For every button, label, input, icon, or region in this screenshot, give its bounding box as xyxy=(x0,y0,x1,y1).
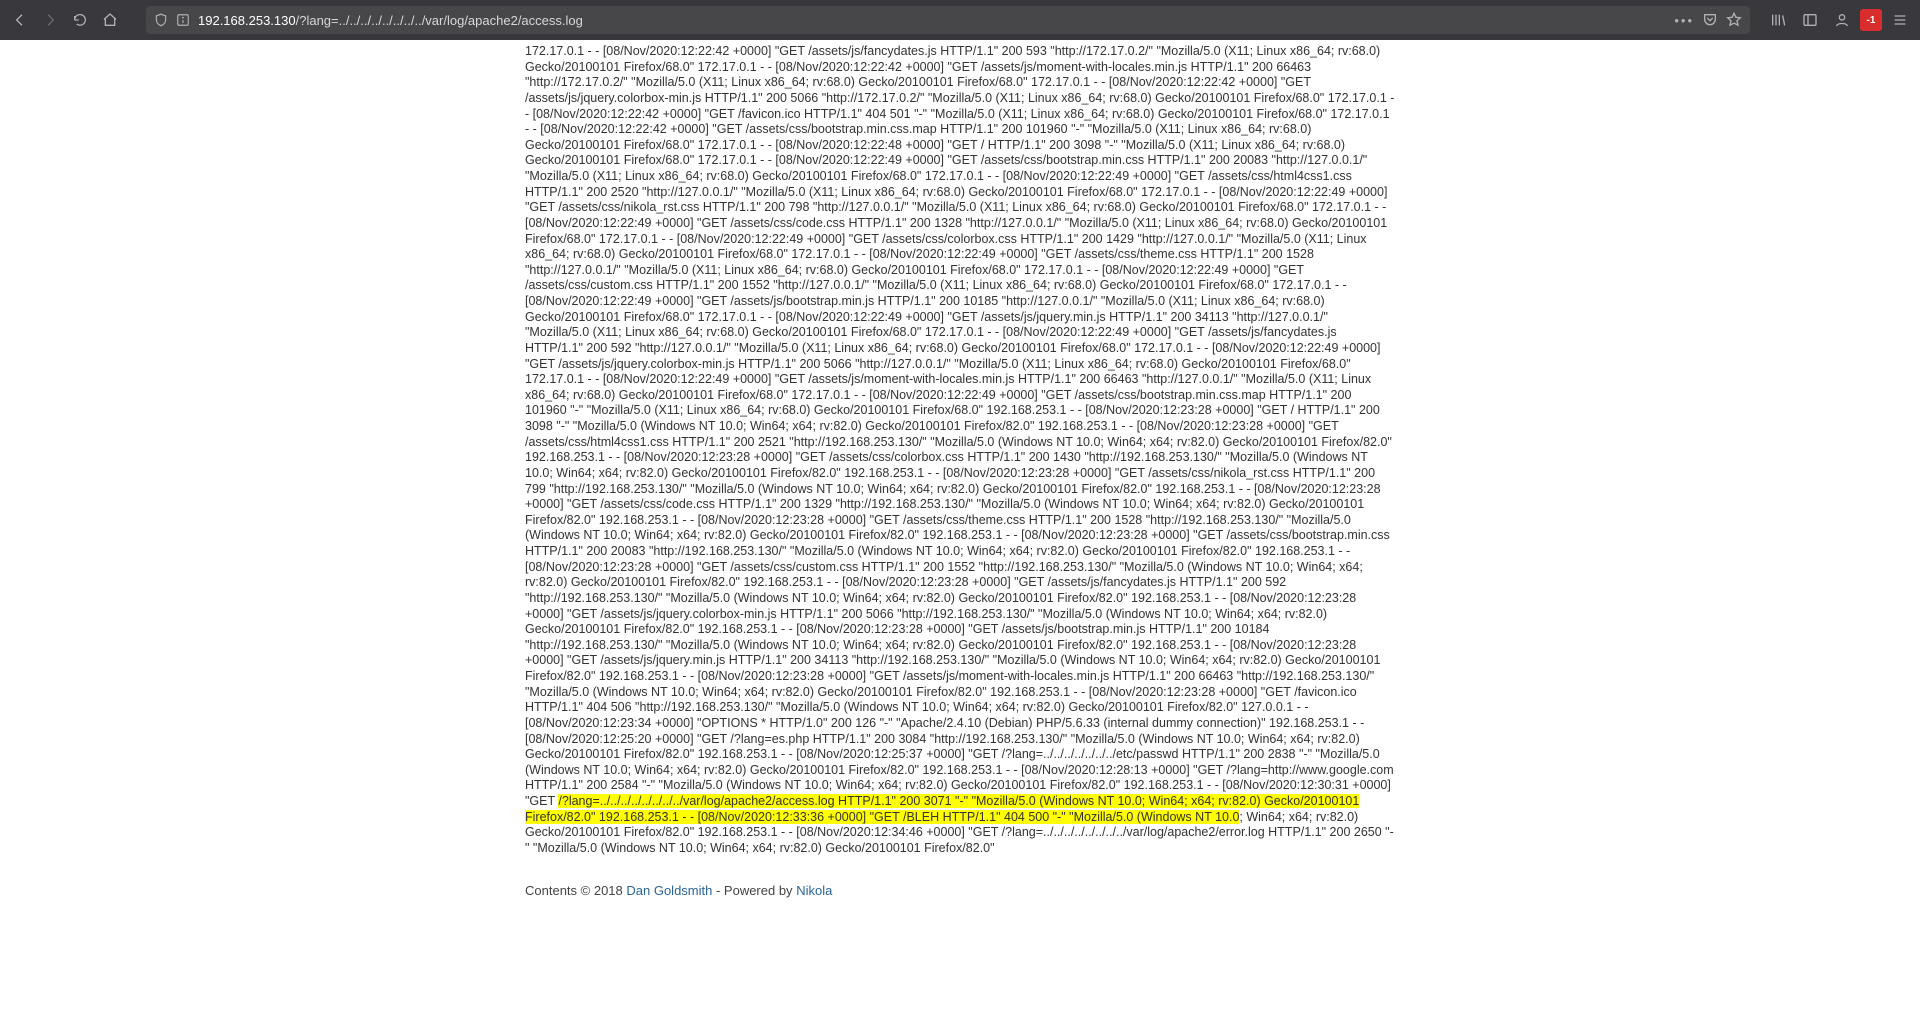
bookmark-star-icon[interactable] xyxy=(1726,12,1742,28)
fxa-button[interactable] xyxy=(1828,6,1856,34)
url-host: 192.168.253.130 xyxy=(198,13,296,28)
page-viewport[interactable]: 172.17.0.1 - - [08/Nov/2020:12:22:42 +00… xyxy=(0,40,1920,1016)
back-button[interactable] xyxy=(6,6,34,34)
browser-toolbar: 192.168.253.130/?lang=../../../../../../… xyxy=(0,0,1920,40)
hamburger-icon xyxy=(1892,12,1908,28)
extension-badge[interactable]: -1 xyxy=(1860,9,1882,31)
app-menu-button[interactable] xyxy=(1886,6,1914,34)
footer-engine-link[interactable]: Nikola xyxy=(796,883,832,898)
sidebar-icon xyxy=(1802,12,1818,28)
library-icon xyxy=(1770,12,1786,28)
url-bar[interactable]: 192.168.253.130/?lang=../../../../../../… xyxy=(146,6,1750,34)
arrow-left-icon xyxy=(12,12,28,28)
reload-button[interactable] xyxy=(66,6,94,34)
footer-powered: - Powered by xyxy=(712,883,796,898)
site-info-icon xyxy=(176,13,190,27)
access-log-text: 172.17.0.1 - - [08/Nov/2020:12:22:42 +00… xyxy=(525,44,1395,857)
toolbar-right: -1 xyxy=(1758,6,1920,34)
footer-contents: Contents © 2018 xyxy=(525,883,626,898)
find-highlight: /?lang=../../../../../../../../var/log/a… xyxy=(525,794,1359,824)
url-path: /?lang=../../../../../../../../var/log/a… xyxy=(296,13,583,28)
pocket-icon[interactable] xyxy=(1702,12,1718,28)
shield-icon xyxy=(154,13,168,27)
library-button[interactable] xyxy=(1764,6,1792,34)
nav-buttons xyxy=(0,6,130,34)
arrow-right-icon xyxy=(42,12,58,28)
forward-button[interactable] xyxy=(36,6,64,34)
page-actions-icon[interactable]: ••• xyxy=(1674,13,1694,28)
home-icon xyxy=(102,12,118,28)
footer-author-link[interactable]: Dan Goldsmith xyxy=(626,883,712,898)
url-text[interactable]: 192.168.253.130/?lang=../../../../../../… xyxy=(198,13,1666,28)
account-icon xyxy=(1834,12,1850,28)
home-button[interactable] xyxy=(96,6,124,34)
reload-icon xyxy=(72,12,88,28)
page-footer: Contents © 2018 Dan Goldsmith - Powered … xyxy=(525,883,1395,938)
sidebars-button[interactable] xyxy=(1796,6,1824,34)
